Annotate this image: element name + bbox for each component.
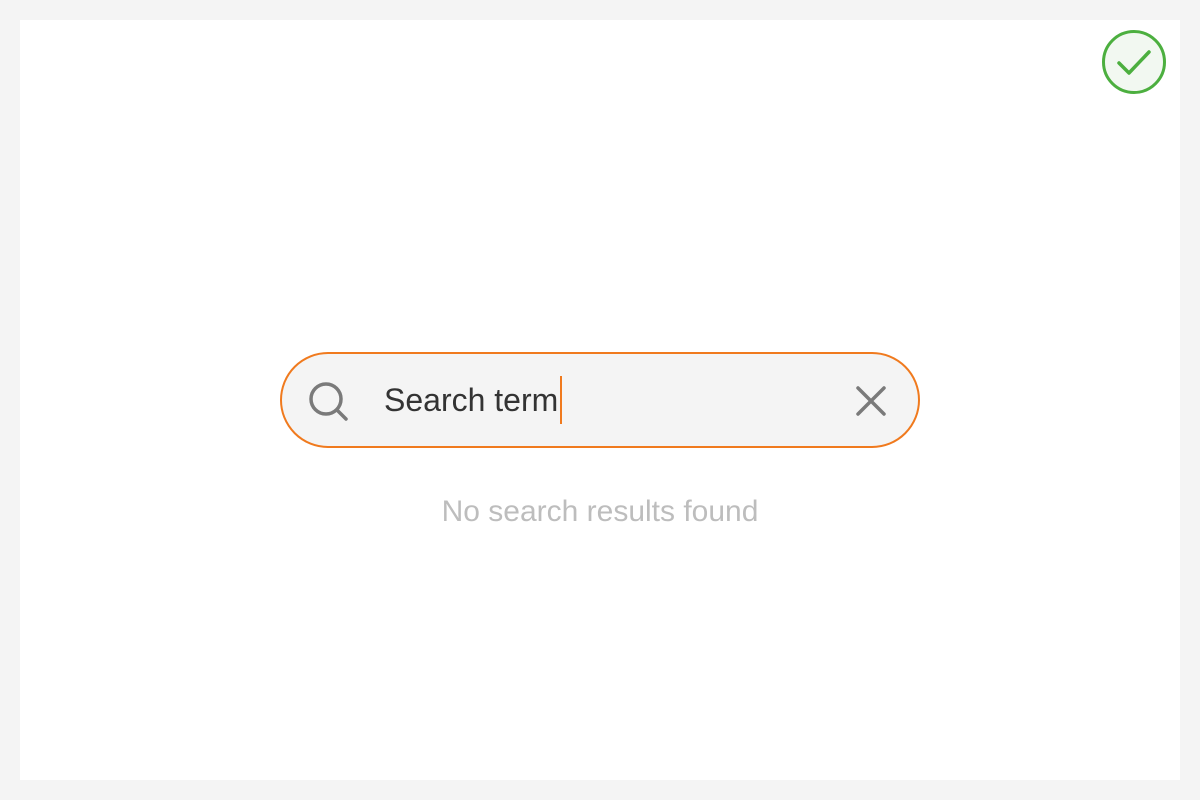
search-input-value[interactable]: Search term	[384, 376, 558, 424]
clear-search-button[interactable]	[852, 382, 890, 420]
check-icon	[1117, 50, 1151, 75]
search-input[interactable]: Search term	[384, 376, 563, 424]
status-indicator	[1102, 30, 1166, 94]
text-caret	[560, 376, 563, 424]
search-bar[interactable]: Search term	[280, 352, 920, 448]
search-panel: Search term No search results found	[20, 20, 1180, 780]
close-icon[interactable]	[854, 384, 888, 418]
search-icon	[308, 381, 350, 423]
empty-results-message: No search results found	[441, 495, 759, 528]
